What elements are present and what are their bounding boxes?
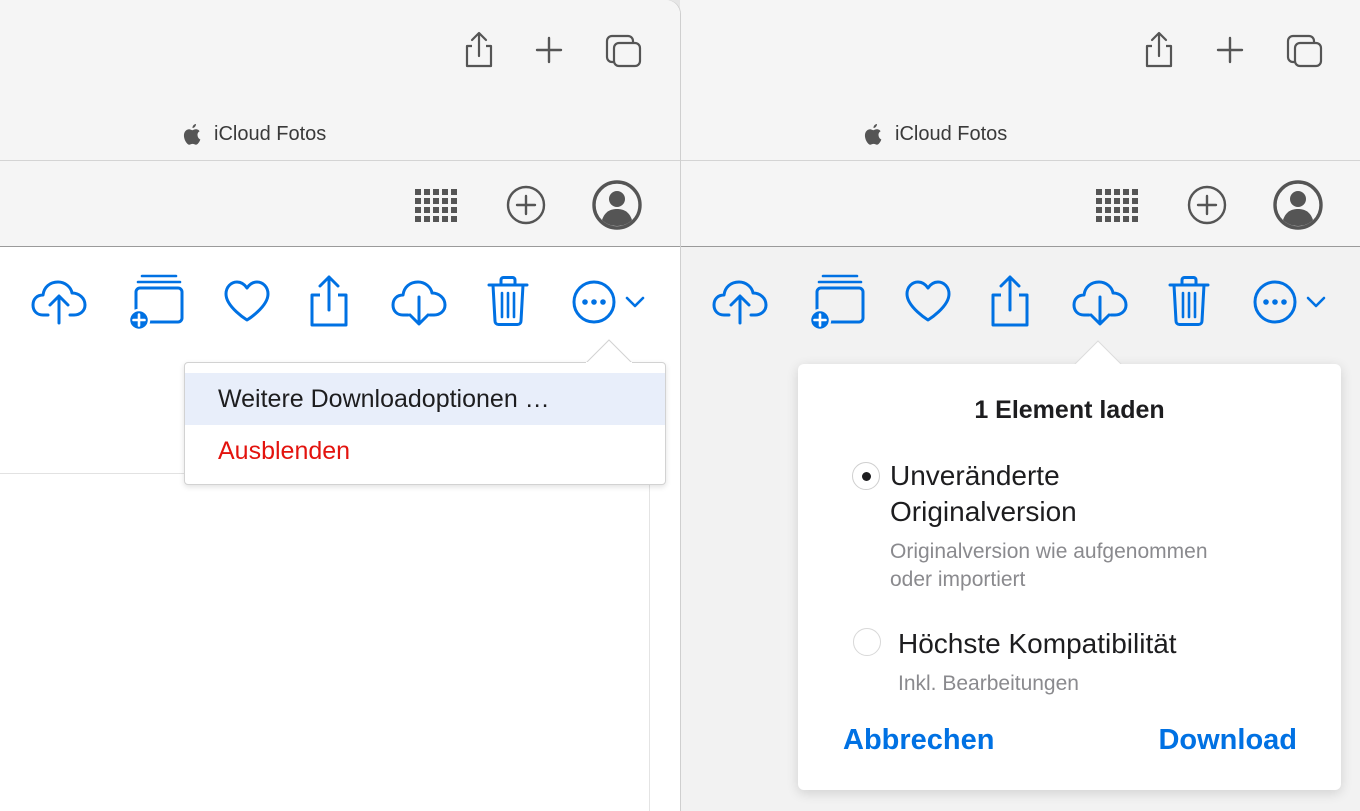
- option-label-compatibility[interactable]: Höchste Kompatibilität: [898, 626, 1177, 662]
- heart-icon[interactable]: [898, 271, 958, 331]
- app-grid-icon[interactable]: [411, 179, 463, 231]
- tabs-overview-icon[interactable]: [603, 30, 643, 70]
- share-icon[interactable]: [1139, 30, 1179, 70]
- tab-title[interactable]: iCloud Fotos: [863, 120, 1007, 148]
- account-avatar-icon[interactable]: [591, 179, 643, 231]
- share-icon[interactable]: [459, 30, 499, 70]
- option-label-original[interactable]: Unveränderte: [890, 458, 1060, 494]
- tab-title-text: iCloud Fotos: [214, 122, 327, 145]
- download-button[interactable]: Download: [1158, 724, 1297, 757]
- left-window: iCloud Fotos Weitere Downloadoptionen … …: [0, 0, 680, 811]
- heart-icon[interactable]: [217, 271, 277, 331]
- share-icon[interactable]: [980, 271, 1040, 331]
- plus-icon[interactable]: [529, 30, 569, 70]
- menu-item-more-download-options[interactable]: Weitere Downloadoptionen …: [185, 373, 665, 425]
- more-options-icon[interactable]: [565, 271, 625, 331]
- option-description-compatibility: Inkl. Bearbeitungen: [898, 672, 1079, 695]
- add-to-album-icon[interactable]: [807, 271, 867, 331]
- add-circle-icon[interactable]: [1181, 179, 1233, 231]
- title-bar: iCloud Fotos: [0, 0, 680, 160]
- radio-highest-compatibility[interactable]: [853, 628, 881, 656]
- tab-title[interactable]: iCloud Fotos: [182, 120, 326, 148]
- option-description-original: Originalversion wie aufgenommen: [890, 540, 1208, 563]
- photo-content-area: [0, 473, 650, 811]
- apple-logo-icon: [864, 124, 882, 145]
- share-icon[interactable]: [299, 271, 359, 331]
- cloud-upload-icon[interactable]: [29, 271, 89, 331]
- plus-icon[interactable]: [1210, 30, 1250, 70]
- chevron-down-icon[interactable]: [1301, 271, 1331, 331]
- add-circle-icon[interactable]: [500, 179, 552, 231]
- photo-toolbar: [680, 247, 1360, 357]
- trash-icon[interactable]: [1159, 271, 1219, 331]
- cancel-button[interactable]: Abbrechen: [843, 724, 994, 757]
- cloud-download-icon[interactable]: [389, 271, 449, 331]
- account-avatar-icon[interactable]: [1272, 179, 1324, 231]
- title-bar: iCloud Fotos: [680, 0, 1360, 160]
- download-dialog: 1 Element laden Unveränderte Originalver…: [798, 364, 1341, 790]
- menu-item-hide[interactable]: Ausblenden: [185, 425, 665, 477]
- app-header: [0, 161, 680, 246]
- app-header: [680, 161, 1360, 246]
- option-description-original-line2: oder importiert: [890, 568, 1026, 591]
- dialog-title: 1 Element laden: [974, 396, 1165, 424]
- radio-original-version[interactable]: [852, 462, 880, 490]
- more-options-menu: Weitere Downloadoptionen … Ausblenden: [184, 362, 666, 485]
- more-options-icon[interactable]: [1246, 271, 1306, 331]
- chevron-down-icon[interactable]: [620, 271, 650, 331]
- option-label-original-line2[interactable]: Originalversion: [890, 494, 1077, 530]
- tab-title-text: iCloud Fotos: [895, 122, 1008, 145]
- app-grid-icon[interactable]: [1092, 179, 1144, 231]
- radio-selected-dot: [861, 471, 871, 481]
- tabs-overview-icon[interactable]: [1284, 30, 1324, 70]
- add-to-album-icon[interactable]: [126, 271, 186, 331]
- apple-logo-icon: [183, 124, 201, 145]
- menu-pointer: [586, 339, 632, 363]
- right-window: iCloud Fotos 1 Element laden Unverändert…: [680, 0, 1360, 811]
- cloud-download-icon[interactable]: [1070, 271, 1130, 331]
- cloud-upload-icon[interactable]: [710, 271, 770, 331]
- trash-icon[interactable]: [478, 271, 538, 331]
- popover-pointer: [1074, 340, 1122, 365]
- photo-toolbar: [0, 247, 680, 357]
